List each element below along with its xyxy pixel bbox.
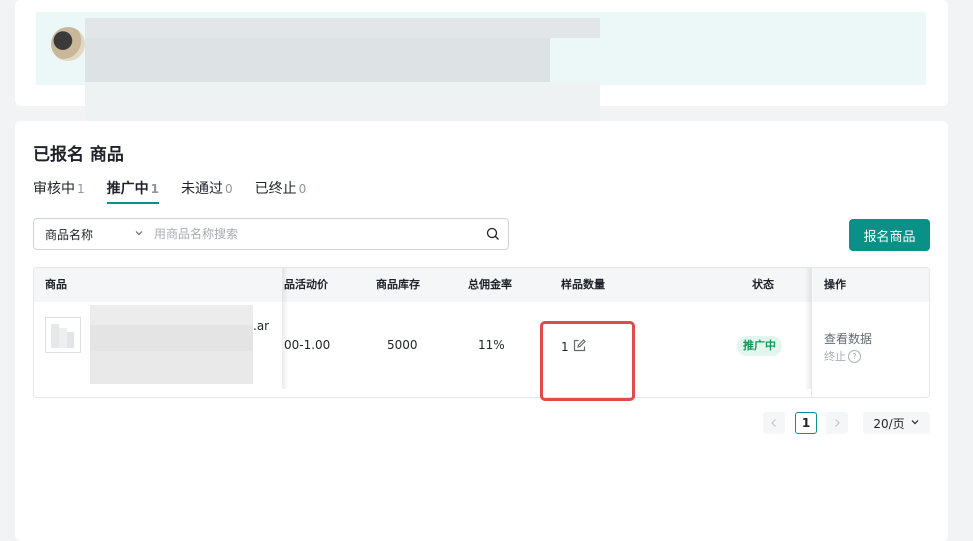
question-icon[interactable]: ? xyxy=(848,349,861,363)
tab-count: 0 xyxy=(298,182,307,196)
table-header: 商品 品活动价 商品库存 总佣金率 样品数量 状态 操作 xyxy=(34,268,929,302)
blurred-content xyxy=(85,18,600,38)
section-title: 已报名 商品 xyxy=(33,145,124,165)
blurred-product-name xyxy=(90,351,253,384)
cell-stock: 5000 xyxy=(387,338,418,352)
th-actions: 操作 xyxy=(824,278,846,291)
next-page-button[interactable] xyxy=(826,412,848,434)
search-input[interactable] xyxy=(152,226,478,242)
avatar xyxy=(51,27,85,61)
th-stock: 商品库存 xyxy=(376,278,420,291)
terminate-label: 终止 xyxy=(824,350,846,363)
registered-products-card: 已报名 商品 审核中 1 推广中 1 未通过 0 已终止 0 商品名称 用商品名… xyxy=(15,121,948,541)
th-price: 品活动价 xyxy=(284,278,328,291)
page-size-select[interactable]: 20/页 xyxy=(863,412,930,434)
profile-card xyxy=(15,0,948,122)
blurred-content xyxy=(85,82,600,122)
cell-price: 00-1.00 xyxy=(284,338,331,352)
blurred-product-name xyxy=(90,325,253,351)
products-table: 商品 品活动价 商品库存 总佣金率 样品数量 状态 操作 .ar 00-1.00… xyxy=(33,267,930,398)
tab-label: 已终止 xyxy=(254,181,297,197)
tab-label: 审核中 xyxy=(33,181,75,197)
status-badge: 推广中 xyxy=(737,336,782,356)
product-name-fragment: .ar xyxy=(253,319,270,333)
page-number-button[interactable]: 1 xyxy=(795,412,817,434)
page-size-label: 20/页 xyxy=(873,416,905,431)
th-status: 状态 xyxy=(752,278,774,291)
th-product: 商品 xyxy=(45,278,67,291)
cell-commission: 11% xyxy=(478,338,505,352)
th-sample-qty: 样品数量 xyxy=(561,278,605,291)
register-product-button[interactable]: 报名商品 xyxy=(849,219,930,251)
tab-reviewing[interactable]: 审核中 1 xyxy=(33,178,85,204)
tab-label: 推广中 xyxy=(106,181,149,197)
blurred-content xyxy=(85,38,550,82)
tab-label: 未通过 xyxy=(181,181,223,197)
th-commission: 总佣金率 xyxy=(468,278,512,291)
column-divider xyxy=(811,268,812,397)
status-tabs: 审核中 1 推广中 1 未通过 0 已终止 0 xyxy=(33,178,306,204)
tab-count: 1 xyxy=(150,182,159,196)
blurred-product-name xyxy=(90,305,253,325)
tab-rejected[interactable]: 未通过 0 xyxy=(181,178,233,204)
view-data-link[interactable]: 查看数据 xyxy=(824,330,872,347)
terminate-action[interactable]: 终止 ? xyxy=(824,348,861,364)
chevron-down-icon xyxy=(910,416,920,430)
tab-terminated[interactable]: 已终止 0 xyxy=(255,178,307,204)
tab-count: 0 xyxy=(225,182,233,196)
search-icon[interactable] xyxy=(478,227,508,241)
search-field-select[interactable]: 商品名称 xyxy=(34,226,152,243)
search-box: 商品名称 xyxy=(33,218,509,250)
product-image xyxy=(45,317,81,353)
chevron-down-icon xyxy=(134,227,144,241)
tab-promoting[interactable]: 推广中 1 xyxy=(106,178,160,204)
fixed-column-shadow xyxy=(282,268,288,389)
highlight-box xyxy=(540,321,635,401)
tab-count: 1 xyxy=(77,182,85,196)
prev-page-button[interactable] xyxy=(763,412,785,434)
search-field-label: 商品名称 xyxy=(45,227,94,242)
